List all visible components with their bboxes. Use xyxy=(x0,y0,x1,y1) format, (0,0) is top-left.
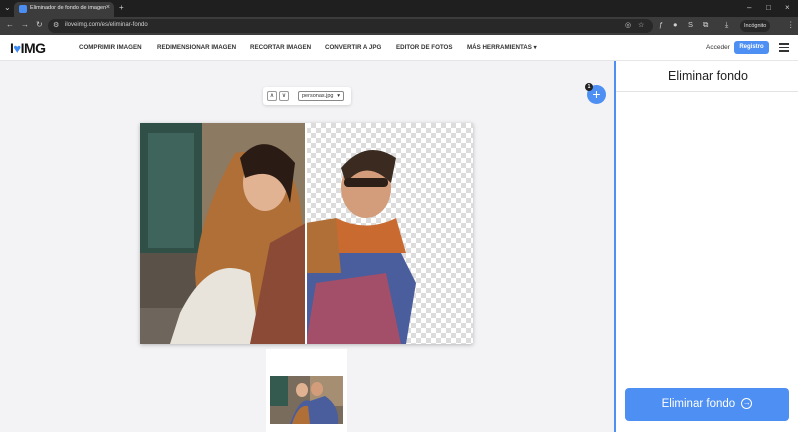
reload-icon[interactable]: ↻ xyxy=(36,20,43,29)
tab-title: Eliminador de fondo de imagen xyxy=(30,5,107,11)
favicon-icon xyxy=(19,5,27,13)
tab-search-icon[interactable]: ⌄ xyxy=(4,3,11,12)
url-text[interactable]: iloveimg.com/es/eliminar-fondo xyxy=(65,22,148,28)
nav-compress[interactable]: COMPRIMIR IMAGEN xyxy=(79,44,142,51)
login-link[interactable]: Acceder xyxy=(706,44,730,51)
download-icon[interactable]: ⤓ xyxy=(725,20,728,30)
background-removed-preview xyxy=(306,123,473,344)
maximize-icon[interactable]: □ xyxy=(766,3,771,12)
nav-resize[interactable]: REDIMENSIONAR IMAGEN xyxy=(157,44,236,51)
browser-tab-bar: ⌄ Eliminador de fondo de imagen × + – □ … xyxy=(0,0,798,17)
eye-off-icon[interactable]: ◎ xyxy=(625,21,631,29)
browser-tab[interactable]: Eliminador de fondo de imagen × xyxy=(14,2,114,17)
panel-title: Eliminar fondo xyxy=(668,69,748,83)
tab-close-icon[interactable]: × xyxy=(106,4,110,11)
back-icon[interactable]: ← xyxy=(6,20,14,29)
minimize-icon[interactable]: – xyxy=(747,3,751,12)
dropdown-arrow-icon: ▾ xyxy=(337,93,340,99)
arrow-circle-right-icon: → xyxy=(741,398,753,410)
extension-circle-icon[interactable]: ● xyxy=(673,20,678,29)
tool-panel: Eliminar fondo xyxy=(614,61,798,432)
incognito-badge[interactable]: Incógnito xyxy=(740,20,771,32)
iloveimg-logo[interactable]: I♥IMG xyxy=(10,40,46,56)
window-close-icon[interactable]: × xyxy=(785,3,790,12)
browser-menu-icon[interactable]: ⋮ xyxy=(787,20,795,29)
new-tab-icon[interactable]: + xyxy=(119,3,124,12)
site-header: I♥IMG COMPRIMIR IMAGEN REDIMENSIONAR IMA… xyxy=(0,35,798,61)
extensions-puzzle-icon[interactable]: ⧉ xyxy=(703,20,708,30)
incognito-label: Incógnito xyxy=(744,23,767,29)
site-info-icon[interactable]: ⚙ xyxy=(53,21,59,29)
file-name: personas.jpg xyxy=(302,93,334,99)
browser-toolbar: ← → ↻ ⚙ iloveimg.com/es/eliminar-fondo ◎… xyxy=(0,17,798,35)
comparison-divider-handle[interactable] xyxy=(305,123,307,344)
original-photo xyxy=(140,123,306,344)
extension-reader-icon[interactable]: ƒ xyxy=(659,20,663,29)
panel-divider xyxy=(616,91,798,92)
extension-s-icon[interactable]: S xyxy=(688,20,693,29)
hamburger-menu-icon[interactable] xyxy=(779,43,789,52)
previous-file-button[interactable]: ∧ xyxy=(267,91,277,101)
logo-img: IMG xyxy=(20,40,46,56)
file-select[interactable]: personas.jpg ▾ xyxy=(298,91,344,101)
forward-icon[interactable]: → xyxy=(21,20,29,29)
file-toolbar: ∧ ∨ personas.jpg ▾ xyxy=(263,87,351,105)
nav-photo-editor[interactable]: EDITOR DE FOTOS xyxy=(396,44,453,51)
photo-thumbnail[interactable] xyxy=(270,376,343,424)
nav-convert-jpg[interactable]: CONVERTIR A JPG xyxy=(325,44,381,51)
bookmark-star-icon[interactable]: ☆ xyxy=(638,21,644,29)
file-count-badge: 1 xyxy=(585,83,593,91)
remove-background-button[interactable]: Eliminar fondo → xyxy=(625,388,789,421)
heart-icon: ♥ xyxy=(13,41,21,56)
address-bar[interactable]: ⚙ iloveimg.com/es/eliminar-fondo ◎ ☆ xyxy=(48,19,653,33)
cutout-subject xyxy=(306,150,416,344)
signup-button[interactable]: Registro xyxy=(734,41,769,54)
nav-more-tools[interactable]: MÁS HERRAMIENTAS ▾ xyxy=(467,44,537,51)
nav-crop[interactable]: RECORTAR IMAGEN xyxy=(250,44,311,51)
next-file-button[interactable]: ∨ xyxy=(279,91,289,101)
remove-background-label: Eliminar fondo xyxy=(661,398,736,410)
image-comparison[interactable] xyxy=(140,123,473,344)
